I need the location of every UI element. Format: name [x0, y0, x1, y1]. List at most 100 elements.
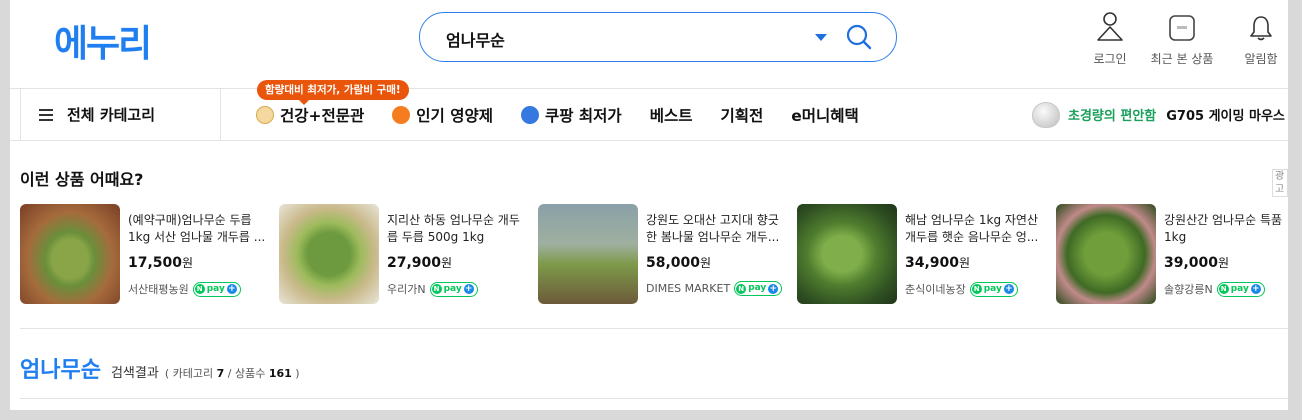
npay-badge: Npay + [969, 281, 1018, 297]
nav-item-label: 기획전 [720, 106, 764, 125]
product-image[interactable] [538, 204, 638, 304]
npay-n-icon: N [971, 284, 982, 294]
enuri-logo[interactable]: 에누리 [54, 18, 152, 65]
ad-badge[interactable]: 광고 [1272, 169, 1288, 197]
shop-name: 우리가N [387, 283, 426, 296]
product-price: 27,900원 [387, 254, 452, 271]
shop-name: DIMES MARKET [646, 282, 731, 295]
product-image[interactable] [797, 204, 897, 304]
mouse-promo-banner[interactable]: 초경량의 편안함 G705 게이밍 마우스 [1032, 89, 1285, 140]
search-input[interactable]: 엄나무순 [446, 27, 505, 51]
nav-item-special[interactable]: 기획전 [720, 104, 763, 126]
header: 에누리 엄나무순 로그인 최근 본 상품 알림함 [10, 0, 1288, 88]
meta-mid: / 상품수 [227, 367, 266, 380]
product-name[interactable]: 해남 엄나무순 1kg 자연산 개두릅 햇순 음나무순 엉... [905, 212, 1043, 246]
product-name[interactable]: (예약구매)엄나무순 두릅 1kg 서산 엄나물 개두릅 ... [128, 212, 266, 246]
nav-item-best[interactable]: 베스트 [650, 104, 693, 126]
nav-item-coupang[interactable]: 쿠팡 최저가 [521, 104, 622, 126]
result-meta: ( 카테고리 7 / 상품수 161 ) [165, 365, 300, 381]
npay-badge: Npay + [1216, 281, 1265, 297]
product-price: 17,500원 [128, 254, 193, 271]
product-name[interactable]: 강원도 오대산 고지대 향긋한 봄나물 엄나무순 개두... [646, 212, 784, 246]
price-value: 58,000 [646, 255, 701, 271]
nav-item-label: e머니혜택 [791, 106, 859, 125]
product-price: 58,000원 [646, 254, 711, 271]
nav-item-label: 인기 영양제 [416, 106, 493, 125]
price-value: 34,900 [905, 255, 960, 271]
product-price: 34,900원 [905, 254, 970, 271]
all-categories-label: 전체 카테고리 [67, 106, 156, 124]
recent-view-button[interactable]: 최근 본 상품 [1150, 10, 1214, 67]
price-value: 39,000 [1164, 255, 1219, 271]
plus-icon: + [226, 284, 237, 294]
price-value: 17,500 [128, 255, 183, 271]
search-dropdown-icon[interactable] [815, 34, 827, 41]
all-categories-button[interactable]: 전체 카테고리 [20, 89, 221, 140]
npay-label: pay [443, 283, 462, 294]
npay-badge: Npay + [429, 281, 478, 297]
nav-item-health[interactable]: 건강+전문관 [256, 104, 364, 126]
product-card[interactable]: 지리산 하동 엄나무순 개두릅 두릅 500g 1kg 27,900원 우리가N… [279, 204, 529, 304]
nav-item-label: 쿠팡 최저가 [545, 106, 622, 125]
page: 에누리 엄나무순 로그인 최근 본 상품 알림함 함량대비 최저가, 가람비 구… [10, 0, 1288, 410]
plus-icon: + [1003, 284, 1014, 294]
category-nav: 전체 카테고리 건강+전문관 인기 영양제 쿠팡 최저가 베스트 기획전 e머니… [10, 88, 1288, 141]
nav-item-label: 베스트 [649, 106, 693, 125]
product-count: 161 [268, 367, 292, 380]
product-card[interactable]: 강원도 오대산 고지대 향긋한 봄나물 엄나무순 개두... 58,000원 D… [538, 204, 788, 304]
promo-highlight: 초경량의 편안함 [1068, 109, 1157, 124]
npay-label: pay [1230, 283, 1249, 294]
price-unit: 원 [700, 256, 712, 270]
product-image[interactable] [1056, 204, 1156, 304]
shop-name: 서산태평농원 [128, 283, 189, 296]
product-card[interactable]: 강원산간 엄나무순 특품 1kg 39,000원 솔향강릉N Npay + [1056, 204, 1288, 304]
npay-label: pay [206, 283, 225, 294]
shop-name: 춘식이네농장 [905, 283, 966, 296]
login-label: 로그인 [1093, 52, 1127, 66]
login-button[interactable]: 로그인 [1078, 10, 1142, 67]
npay-n-icon: N [736, 283, 747, 294]
npay-n-icon: N [194, 284, 205, 294]
user-icon [1097, 12, 1123, 41]
product-card[interactable]: (예약구매)엄나무순 두릅 1kg 서산 엄나물 개두릅 ... 17,500원… [20, 204, 270, 304]
product-name[interactable]: 강원산간 엄나무순 특품 1kg [1164, 212, 1288, 246]
npay-badge: Npay + [734, 281, 783, 296]
nav-item-supplements[interactable]: 인기 영양제 [392, 104, 493, 126]
product-image[interactable] [20, 204, 120, 304]
product-image[interactable] [279, 204, 379, 304]
menu-icon [39, 106, 53, 124]
thumbs-up-icon [392, 105, 411, 124]
price-unit: 원 [959, 256, 971, 270]
nav-item-emoney[interactable]: e머니혜택 [791, 104, 859, 126]
promo-product: G705 게이밍 마우스 [1166, 109, 1285, 124]
npay-label: pay [983, 283, 1002, 294]
search-result-header: 엄나무순 검색결과 ( 카테고리 7 / 상품수 161 ) [20, 352, 300, 384]
plus-icon: + [768, 283, 779, 294]
product-name[interactable]: 지리산 하동 엄나무순 개두릅 두릅 500g 1kg [387, 212, 525, 246]
filter-area-top [20, 398, 1288, 410]
npay-n-icon: N [431, 284, 442, 294]
npay-badge: Npay + [192, 281, 241, 297]
shop-info: DIMES MARKET Npay + [646, 281, 783, 296]
mouse-product-image [1032, 101, 1060, 128]
promo-tooltip: 함량대비 최저가, 가람비 구매! [257, 80, 409, 105]
section-divider [20, 328, 1288, 329]
health-pill-icon [256, 105, 274, 124]
notification-button[interactable]: 알림함 [1229, 10, 1288, 67]
recent-view-icon [1169, 15, 1195, 41]
price-unit: 원 [1218, 256, 1230, 270]
price-unit: 원 [441, 256, 453, 270]
meta-prefix: ( 카테고리 [164, 367, 214, 380]
result-keyword: 엄나무순 [20, 358, 101, 383]
search-bar[interactable]: 엄나무순 [419, 12, 897, 62]
recent-view-label: 최근 본 상품 [1150, 52, 1214, 66]
price-unit: 원 [182, 256, 194, 270]
meta-suffix: ) [295, 367, 300, 380]
recommend-title: 이런 상품 어때요? [20, 170, 144, 189]
search-icon[interactable] [844, 22, 874, 52]
notification-label: 알림함 [1244, 52, 1278, 66]
product-card[interactable]: 해남 엄나무순 1kg 자연산 개두릅 햇순 음나무순 엉... 34,900원… [797, 204, 1047, 304]
npay-label: pay [748, 283, 767, 293]
shop-info: 우리가N Npay + [387, 281, 478, 297]
plus-icon: + [463, 284, 474, 294]
